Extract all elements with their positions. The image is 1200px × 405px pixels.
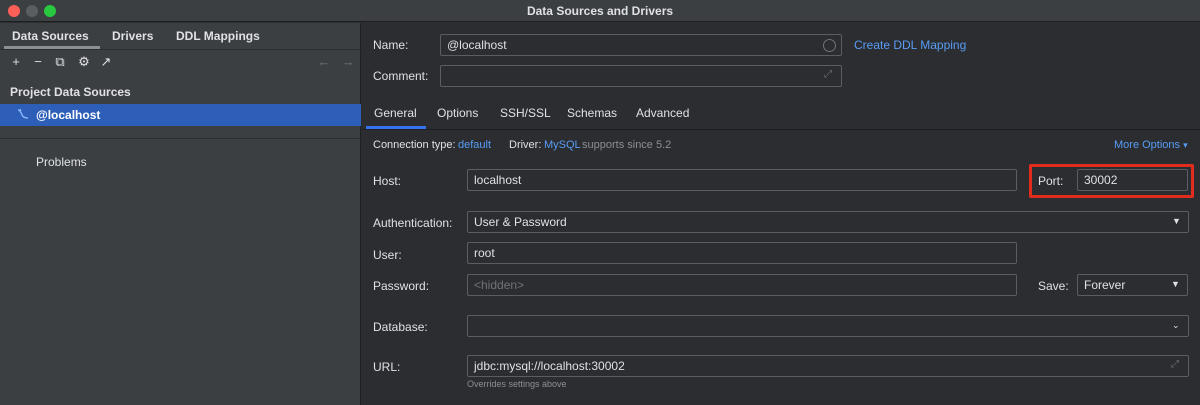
add-icon[interactable]: + (8, 54, 24, 70)
save-select[interactable]: Forever ▼ (1077, 274, 1188, 296)
divider (362, 129, 1200, 130)
data-source-item-localhost[interactable]: @localhost (0, 104, 361, 126)
connection-type-link[interactable]: default (458, 139, 491, 151)
mysql-dolphin-icon (16, 107, 30, 121)
host-label: Host: (373, 174, 402, 188)
data-source-label: @localhost (36, 108, 101, 122)
user-label: User: (373, 248, 402, 262)
password-label: Password: (373, 279, 430, 293)
duplicate-icon[interactable]: ⧉ (52, 54, 68, 70)
url-label: URL: (373, 360, 401, 374)
name-input[interactable]: @localhost (440, 34, 842, 56)
chevron-down-icon: ▼ (1172, 216, 1181, 226)
window-title: Data Sources and Drivers (526, 4, 674, 18)
divider (0, 49, 361, 50)
driver-note: supports since 5.2 (582, 139, 672, 151)
more-options-label: More Options (1114, 139, 1181, 151)
color-circle-icon[interactable] (823, 39, 836, 52)
port-label: Port: (1038, 174, 1064, 188)
database-select[interactable]: ⌄ (467, 315, 1189, 337)
connection-tabs: General Options SSH/SSL Schemas Advanced (362, 101, 1200, 129)
save-label: Save: (1038, 279, 1069, 293)
forward-arrow-icon[interactable]: → (340, 54, 356, 70)
comment-label: Comment: (373, 69, 429, 83)
chevron-down-icon: ▾ (1183, 140, 1188, 150)
driver-label: Driver: (509, 139, 542, 151)
tab-advanced[interactable]: Advanced (636, 106, 689, 120)
expand-icon[interactable]: ⤢ (824, 69, 832, 80)
chevron-down-icon: ▼ (1171, 279, 1180, 289)
divider (0, 138, 361, 139)
authentication-label: Authentication: (373, 216, 453, 230)
port-input[interactable]: 30002 (1077, 169, 1188, 191)
tab-ssh-ssl[interactable]: SSH/SSL (500, 106, 551, 120)
problems-item[interactable]: Problems (36, 155, 87, 169)
remove-icon[interactable]: − (30, 54, 46, 70)
tab-options[interactable]: Options (437, 106, 478, 120)
export-icon[interactable]: ↗ (98, 54, 114, 70)
tab-data-sources[interactable]: Data Sources (12, 29, 89, 43)
tab-drivers[interactable]: Drivers (112, 29, 153, 43)
url-hint: Overrides settings above (467, 379, 567, 389)
password-input[interactable]: <hidden> (467, 274, 1017, 296)
driver-link[interactable]: MySQL (544, 139, 581, 151)
authentication-value: User & Password (474, 215, 567, 229)
user-input[interactable]: root (467, 242, 1017, 264)
tab-general[interactable]: General (374, 106, 417, 120)
right-pane: Name: @localhost Create DDL Mapping Comm… (362, 23, 1200, 405)
expand-icon[interactable]: ⤢ (1171, 359, 1179, 370)
tab-schemas[interactable]: Schemas (567, 106, 617, 120)
database-label: Database: (373, 320, 428, 334)
title-bar: Data Sources and Drivers (0, 0, 1200, 22)
save-value: Forever (1084, 278, 1126, 292)
left-pane: Data Sources Drivers DDL Mappings + − ⧉ … (0, 23, 361, 405)
left-tabs: Data Sources Drivers DDL Mappings (0, 23, 361, 49)
back-arrow-icon[interactable]: ← (316, 54, 332, 70)
chevron-down-icon: ⌄ (1172, 320, 1180, 330)
left-toolbar: + − ⧉ ⚙ ↗ ← → (0, 51, 361, 75)
more-options-link[interactable]: More Options ▾ (1114, 139, 1188, 151)
project-data-sources-heading: Project Data Sources (10, 85, 131, 99)
name-label: Name: (373, 38, 409, 52)
comment-input[interactable] (440, 65, 842, 87)
authentication-select[interactable]: User & Password ▼ (467, 211, 1189, 233)
tab-ddl-mappings[interactable]: DDL Mappings (176, 29, 260, 43)
wrench-icon[interactable]: ⚙ (76, 54, 92, 70)
url-input[interactable]: jdbc:mysql://localhost:30002 (467, 355, 1189, 377)
host-input[interactable]: localhost (467, 169, 1017, 191)
connection-type-label: Connection type: (373, 139, 456, 151)
create-ddl-mapping-link[interactable]: Create DDL Mapping (854, 38, 966, 52)
